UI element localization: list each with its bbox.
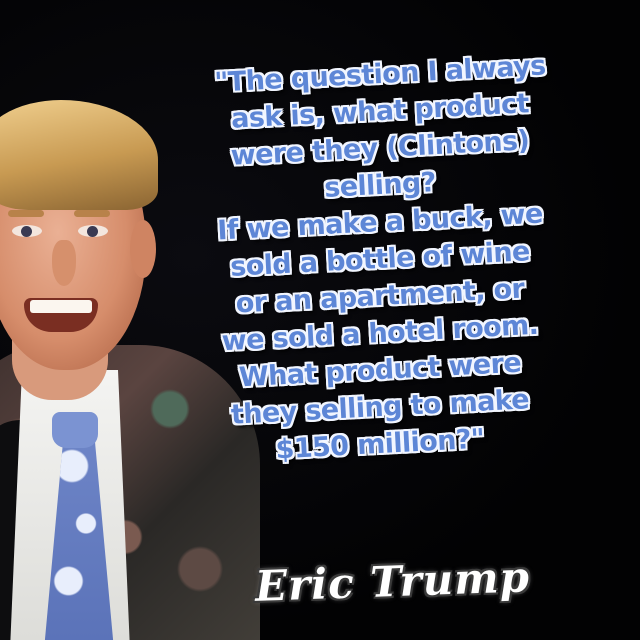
left-eyebrow: [8, 210, 44, 217]
quote-meme: "The question I always ask is, what prod…: [0, 0, 640, 640]
right-eyebrow: [74, 210, 110, 217]
ear: [130, 220, 156, 278]
right-eye: [78, 225, 108, 237]
tie-knot: [52, 412, 98, 448]
quote-text: "The question I always ask is, what prod…: [160, 50, 600, 465]
nose: [52, 240, 76, 286]
hair: [0, 100, 158, 210]
teeth: [30, 300, 92, 313]
left-eye: [12, 225, 42, 237]
attribution-signature: Eric Trump: [254, 552, 531, 611]
